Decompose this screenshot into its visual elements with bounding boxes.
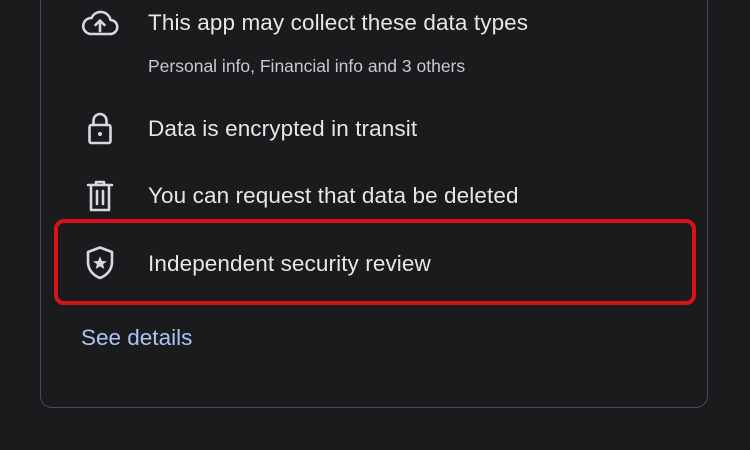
screen: This app may collect these data types Pe… <box>0 0 750 450</box>
trash-icon <box>80 175 120 215</box>
shield-star-icon <box>80 243 120 283</box>
lock-icon <box>80 108 120 148</box>
see-details-link[interactable]: See details <box>81 325 192 351</box>
encrypted-in-transit-label: Data is encrypted in transit <box>148 116 418 141</box>
collected-data-types-detail: Personal info, Financial info and 3 othe… <box>148 56 466 76</box>
request-deletion-label: You can request that data be deleted <box>148 183 519 208</box>
security-review-label: Independent security review <box>148 251 431 276</box>
collected-data-types-label: This app may collect these data types <box>148 10 529 35</box>
cloud-upload-icon <box>80 4 120 44</box>
